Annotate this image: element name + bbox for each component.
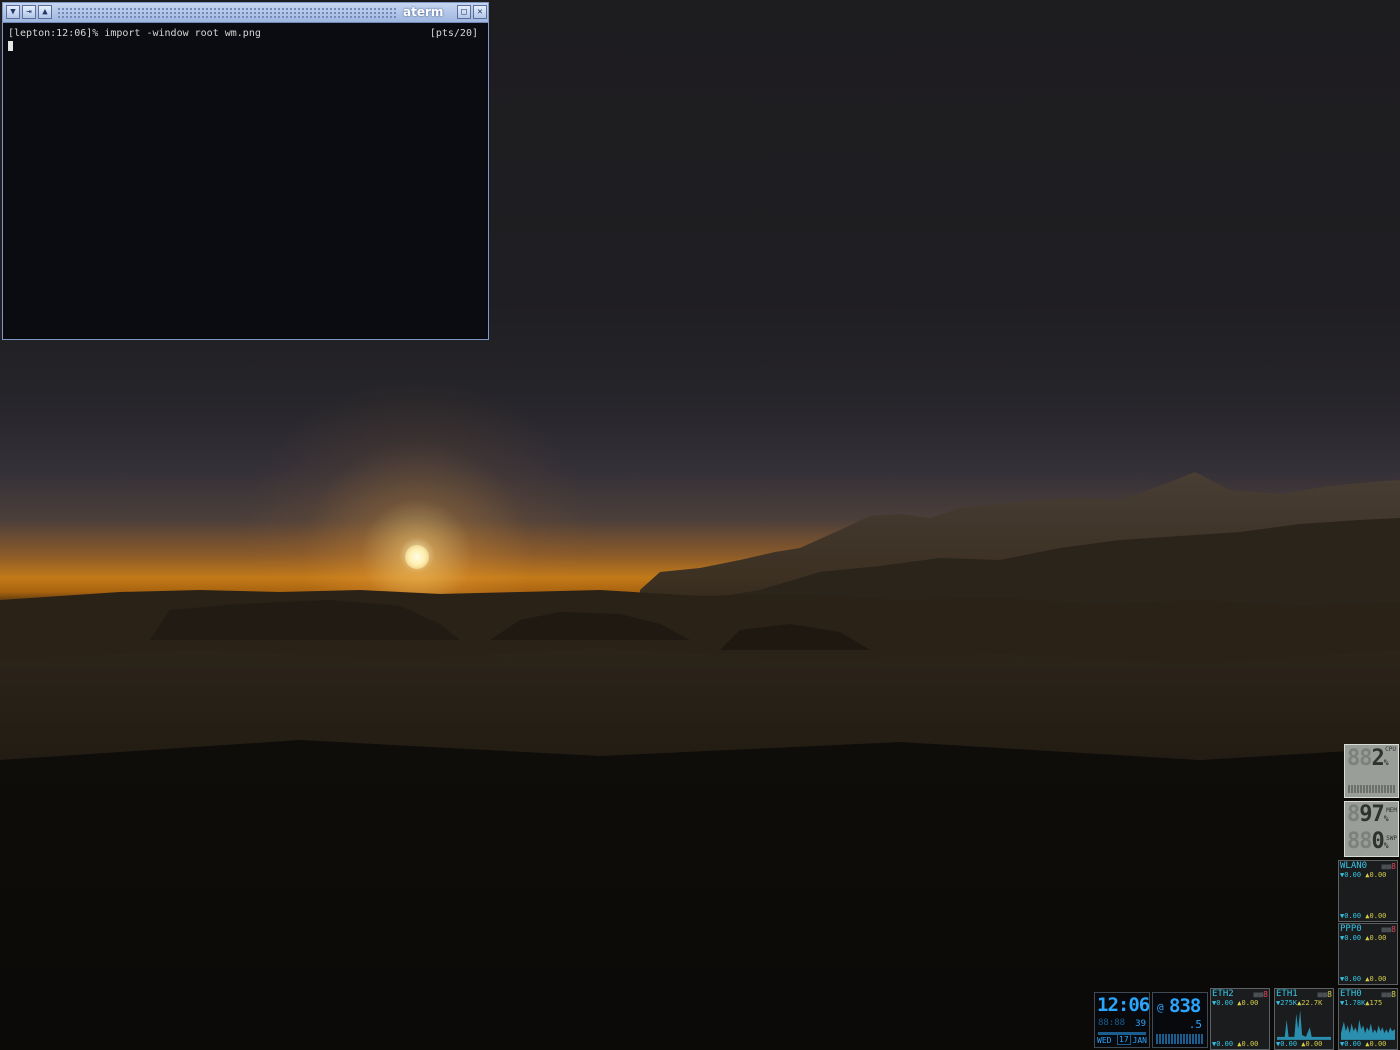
swap-label: SWP	[1386, 835, 1397, 842]
cpu-monitor[interactable]: 882% CPU	[1344, 744, 1399, 798]
tx-total: ▲0.00	[1365, 912, 1387, 920]
rx-total: ▼0.00	[1340, 912, 1362, 920]
pts-indicator: [pts/20]	[429, 28, 478, 39]
rx-total: ▼0.00	[1276, 1040, 1298, 1048]
interface-name: PPP0	[1340, 924, 1362, 934]
titlebar-grip[interactable]	[57, 7, 397, 18]
maximize-icon: □	[461, 7, 467, 17]
cpu-history-bar	[1348, 785, 1395, 793]
cpu-ghost-digits: 88	[1347, 746, 1372, 771]
rx-rate: ▼275K	[1276, 999, 1298, 1007]
cpu-unit: %	[1383, 758, 1389, 767]
sticky-button[interactable]: ⇥	[22, 5, 36, 19]
beat-time-dockapp[interactable]: @ 838 .5	[1152, 992, 1208, 1048]
beat-fraction: .5	[1188, 1018, 1202, 1031]
triangle-up-icon: ▲	[42, 7, 48, 17]
window-titlebar[interactable]: ▼ ⇥ ▲ aterm □ ✕	[3, 3, 488, 23]
rx-rate: ▼0.00	[1340, 871, 1362, 879]
activity-leds: ■■8	[1381, 862, 1396, 871]
mem-value: 97	[1359, 802, 1384, 827]
rx-total: ▼0.00	[1212, 1040, 1234, 1048]
rx-total: ▼0.00	[1340, 1040, 1362, 1048]
arrow-right-bar-icon: ⇥	[26, 7, 32, 17]
eth1-traffic-graph	[1277, 1009, 1331, 1040]
eth0-monitor[interactable]: ETH0 ■■8 ▼1.78K▲175 ▼0.00 ▲0.00	[1338, 988, 1398, 1050]
interface-name: ETH2	[1212, 989, 1234, 999]
memory-monitor[interactable]: 897% MEM 880% SWP	[1344, 801, 1399, 857]
rx-rate: ▼0.00	[1340, 934, 1362, 942]
close-button[interactable]: ✕	[473, 5, 487, 19]
mem-unit: %	[1383, 814, 1389, 823]
activity-leds: ■■8	[1253, 990, 1268, 999]
close-icon: ✕	[477, 7, 483, 17]
window-title: aterm	[403, 5, 444, 19]
aterm-window[interactable]: ▼ ⇥ ▲ aterm □ ✕ [lepton:12:06]% import -…	[2, 2, 489, 340]
mem-ghost-digits: 8	[1347, 802, 1360, 827]
clock-seconds: 39	[1135, 1019, 1146, 1029]
ppp0-monitor[interactable]: PPP0 ■■8 ▼0.00 ▲0.00 ▼0.00 ▲0.00	[1338, 923, 1398, 985]
beat-value: 838	[1169, 995, 1201, 1017]
wlan0-monitor[interactable]: WLAN0 ■■8 ▼0.00 ▲0.00 ▼0.00 ▲0.00	[1338, 860, 1398, 922]
swap-ghost-digits: 88	[1347, 829, 1372, 854]
text-cursor	[8, 41, 13, 51]
interface-name: WLAN0	[1340, 861, 1368, 871]
tx-rate: ▲0.00	[1365, 871, 1387, 879]
clock-day: 17	[1117, 1034, 1131, 1045]
shade-button[interactable]: ▼	[6, 5, 20, 19]
activity-leds: ■■8	[1381, 990, 1396, 999]
mem-label: MEM	[1386, 807, 1397, 814]
eth1-monitor[interactable]: ETH1 ■■8 ▼275K▲22.7K ▼0.00 ▲0.00	[1274, 988, 1334, 1050]
swap-value: 0	[1371, 829, 1385, 854]
terminal-area[interactable]: [lepton:12:06]% import -window root wm.p…	[5, 24, 484, 336]
rx-total: ▼0.00	[1340, 975, 1362, 983]
tx-total: ▲0.00	[1237, 1040, 1259, 1048]
beat-progress-grid	[1156, 1034, 1204, 1044]
eth0-traffic-graph	[1341, 1019, 1395, 1040]
swap-unit: %	[1383, 841, 1389, 850]
raise-button[interactable]: ▲	[38, 5, 52, 19]
tx-total: ▲0.00	[1365, 1040, 1387, 1048]
interface-name: ETH1	[1276, 989, 1298, 999]
activity-leds: ■■8	[1381, 925, 1396, 934]
interface-name: ETH0	[1340, 989, 1362, 999]
tx-total: ▲0.00	[1365, 975, 1387, 983]
clock-time: 12:06	[1097, 994, 1150, 1016]
tx-rate: ▲175	[1365, 999, 1383, 1007]
rx-rate: ▼1.78K	[1340, 999, 1366, 1007]
maximize-button[interactable]: □	[457, 5, 471, 19]
activity-leds: ■■8	[1317, 990, 1332, 999]
tx-total: ▲0.00	[1301, 1040, 1323, 1048]
eth2-monitor[interactable]: ETH2 ■■8 ▼0.00 ▲0.00 ▼0.00 ▲0.00	[1210, 988, 1270, 1050]
tx-rate: ▲0.00	[1237, 999, 1259, 1007]
clock-month: JAN	[1132, 1036, 1147, 1045]
cpu-label: CPU	[1385, 746, 1396, 753]
beat-prefix: @	[1157, 1001, 1164, 1014]
tx-rate: ▲22.7K	[1297, 999, 1323, 1007]
clock-weekday: WED	[1097, 1036, 1112, 1045]
clock-dockapp[interactable]: 12:06 88:88 39 WED 17 JAN	[1094, 992, 1150, 1048]
tx-rate: ▲0.00	[1365, 934, 1387, 942]
shell-prompt: [lepton:12:06]% import -window root wm.p…	[8, 28, 261, 39]
rx-rate: ▼0.00	[1212, 999, 1234, 1007]
cpu-value: 2	[1371, 746, 1385, 771]
clock-ghost-segments: 88:88	[1098, 1018, 1126, 1028]
triangle-down-icon: ▼	[10, 7, 16, 17]
